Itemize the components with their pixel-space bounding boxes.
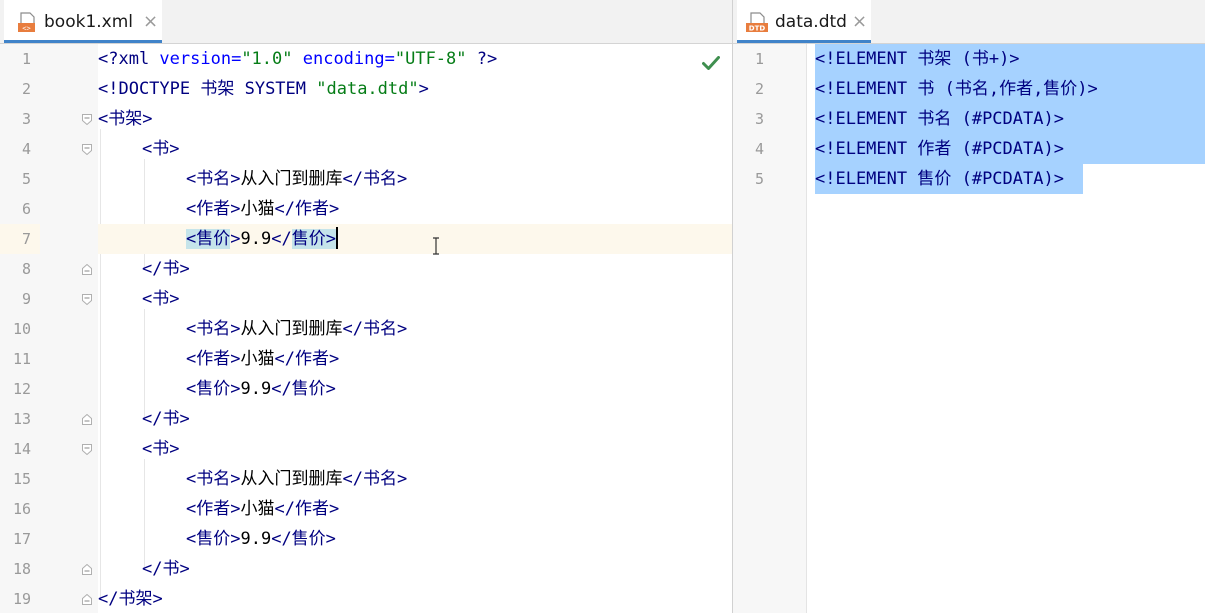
code-line-5: <书名>从入门到删库</书名> (186, 169, 408, 189)
fold-end-icon[interactable] (82, 594, 92, 605)
fold-icon[interactable] (82, 444, 92, 455)
dtd-line-4: <!ELEMENT 作者 (#PCDATA)> (815, 139, 1064, 159)
close-icon[interactable]: × (852, 11, 867, 32)
code-line-9: <书> (142, 289, 180, 309)
line-number: 10 (12, 320, 31, 338)
fold-icon[interactable] (82, 294, 92, 305)
code-line-1: <?xml version="1.0" encoding="UTF-8" ?> (98, 49, 498, 69)
fold-icon[interactable] (82, 114, 92, 125)
fold-end-icon[interactable] (82, 414, 92, 425)
line-number: 19 (12, 590, 31, 608)
tab-label: book1.xml (44, 12, 134, 32)
line-number: 15 (12, 470, 31, 488)
code-line-6: <作者>小猫</作者> (186, 199, 340, 219)
line-number: 12 (12, 380, 31, 398)
tab-label: data.dtd (775, 12, 847, 32)
line-number: 1 (754, 50, 764, 68)
code-line-15: <书名>从入门到删库</书名> (186, 469, 408, 489)
code-line-16: <作者>小猫</作者> (186, 499, 340, 519)
code-line-4: <书> (142, 139, 180, 159)
code-line-19: </书架> (98, 589, 163, 609)
dtd-line-5: <!ELEMENT 售价 (#PCDATA)> (815, 169, 1064, 189)
line-number: 4 (754, 140, 764, 158)
line-number-gutter: 1 2 3 4 5 (733, 44, 806, 613)
code-line-14: <书> (142, 439, 180, 459)
close-icon[interactable]: × (143, 11, 158, 32)
text-caret (335, 226, 338, 249)
i-beam-cursor-icon (432, 237, 440, 259)
line-number: 7 (0, 224, 40, 254)
right-tab-bar: DTD data.dtd × (733, 0, 1205, 44)
tab-book1-xml[interactable]: <> book1.xml × (4, 0, 162, 43)
checkmark-icon (702, 55, 720, 74)
code-line-10: <书名>从入门到删库</书名> (186, 319, 408, 339)
line-number: 2 (754, 80, 764, 98)
line-number: 9 (21, 290, 31, 308)
line-number: 4 (21, 140, 31, 158)
line-number: 3 (754, 110, 764, 128)
line-number: 5 (754, 170, 764, 188)
xml-editor-pane: <> book1.xml × 1 2 3 4 5 6 7 8 9 10 11 12 13 14 15 16 17… (0, 0, 732, 613)
xml-file-icon: <> (16, 11, 38, 33)
code-line-12: <售价>9.9</售价> (186, 379, 336, 399)
code-line-13: </书> (142, 409, 190, 429)
dtd-editor-pane: DTD data.dtd × 1 2 3 4 5 <!ELEMENT 书架 (书+)> … (733, 0, 1205, 613)
dtd-file-icon: DTD (745, 11, 768, 33)
code-line-3: <书架> (98, 109, 153, 129)
line-number: 3 (21, 110, 31, 128)
line-number: 16 (12, 500, 31, 518)
code-line-7-current: <售价>9.9</售价> (98, 224, 732, 254)
xml-code-area[interactable]: <?xml version="1.0" encoding="UTF-8" ?> … (98, 44, 732, 613)
dtd-line-3: <!ELEMENT 书名 (#PCDATA)> (815, 109, 1064, 129)
line-number: 14 (12, 440, 31, 458)
code-line-2: <!DOCTYPE 书架 SYSTEM "data.dtd"> (98, 79, 429, 99)
svg-text:DTD: DTD (749, 25, 766, 33)
line-number: 1 (21, 50, 31, 68)
code-line-8: </书> (142, 259, 190, 279)
line-number: 6 (21, 200, 31, 218)
code-line-17: <售价>9.9</售价> (186, 529, 336, 549)
line-number: 2 (21, 80, 31, 98)
line-number: 5 (21, 170, 31, 188)
line-number: 18 (12, 560, 31, 578)
dtd-line-2: <!ELEMENT 书 (书名,作者,售价)> (815, 79, 1098, 99)
left-tab-bar: <> book1.xml × (0, 0, 732, 44)
code-line-11: <作者>小猫</作者> (186, 349, 340, 369)
fold-end-icon[interactable] (82, 564, 92, 575)
line-number: 8 (21, 260, 31, 278)
line-number-gutter: 1 2 3 4 5 6 7 8 9 10 11 12 13 14 15 16 17 18 19 (0, 44, 98, 613)
dtd-line-1: <!ELEMENT 书架 (书+)> (815, 49, 1020, 69)
fold-icon[interactable] (82, 144, 92, 155)
line-number: 11 (12, 350, 31, 368)
line-number: 17 (12, 530, 31, 548)
fold-end-icon[interactable] (82, 264, 92, 275)
tab-data-dtd[interactable]: DTD data.dtd × (737, 0, 871, 43)
svg-text:<>: <> (22, 25, 30, 33)
dtd-code-area[interactable]: <!ELEMENT 书架 (书+)> <!ELEMENT 书 (书名,作者,售价… (807, 44, 1205, 613)
code-line-18: </书> (142, 559, 190, 579)
line-number: 13 (12, 410, 31, 428)
